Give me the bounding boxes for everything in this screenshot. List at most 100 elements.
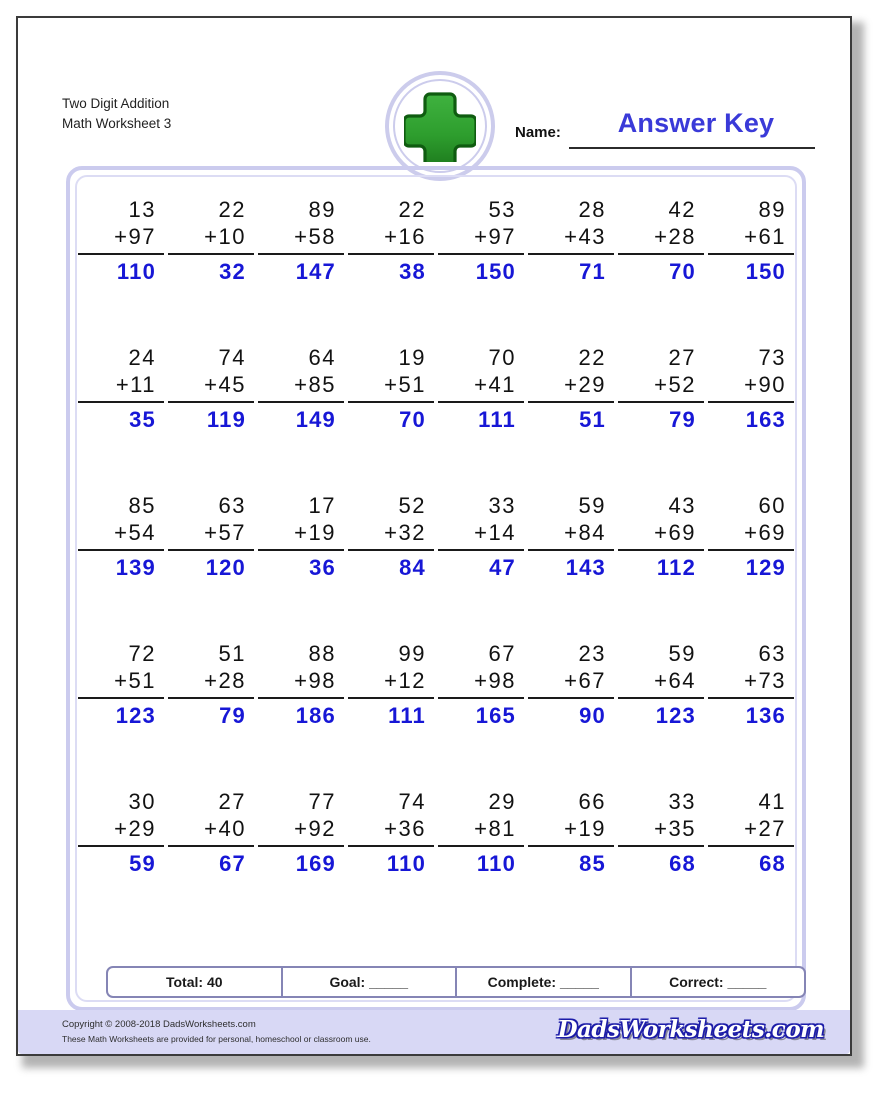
addend-bottom: +41	[438, 371, 524, 403]
answer-value: 120	[205, 555, 246, 580]
addend-bottom: +85	[258, 371, 344, 403]
addend-top: 28	[578, 197, 606, 222]
addend-bottom: +16	[348, 223, 434, 255]
problem-8: 89 +61 150	[708, 196, 794, 285]
problem-cell: 74 +36 110	[346, 780, 436, 928]
score-total: Total: 40	[108, 968, 283, 996]
addend-bottom: +36	[348, 815, 434, 847]
addend-top: 29	[488, 789, 516, 814]
addend-top: 67	[488, 641, 516, 666]
addend-bottom: +35	[618, 815, 704, 847]
answer-value: 149	[295, 407, 336, 432]
dadsworksheets-logo: DadsWorksheets.com	[557, 1016, 825, 1043]
answer-value: 150	[475, 259, 516, 284]
addend-bottom: +45	[168, 371, 254, 403]
addend-top: 42	[668, 197, 696, 222]
addend-bottom: +64	[618, 667, 704, 699]
problem-cell: 22 +10 32	[166, 188, 256, 336]
addend-bottom: +51	[348, 371, 434, 403]
problem-cell: 52 +32 84	[346, 484, 436, 632]
problem-cell: 64 +85 149	[256, 336, 346, 484]
problem-21: 33 +14 47	[438, 492, 524, 581]
addend-top: 24	[128, 345, 156, 370]
score-complete[interactable]: Complete: _____	[457, 968, 632, 996]
problem-cell: 72 +51 123	[76, 632, 166, 780]
answer-value: 111	[388, 703, 426, 728]
answer-value: 70	[669, 259, 696, 284]
addend-bottom: +29	[78, 815, 164, 847]
problem-15: 27 +52 79	[618, 344, 704, 433]
answer-value: 139	[115, 555, 156, 580]
addend-top: 52	[398, 493, 426, 518]
problem-cell: 24 +11 35	[76, 336, 166, 484]
answer-value: 36	[309, 555, 336, 580]
addend-top: 63	[218, 493, 246, 518]
addend-top: 33	[668, 789, 696, 814]
problem-40: 41 +27 68	[708, 788, 794, 877]
answer-value: 129	[745, 555, 786, 580]
problem-cell: 19 +51 70	[346, 336, 436, 484]
problem-cell: 13 +97 110	[76, 188, 166, 336]
problem-14: 22 +29 51	[528, 344, 614, 433]
problem-cell: 30 +29 59	[76, 780, 166, 928]
problem-7: 42 +28 70	[618, 196, 704, 285]
answer-value: 123	[115, 703, 156, 728]
addend-bottom: +98	[438, 667, 524, 699]
problem-cell: 67 +98 165	[436, 632, 526, 780]
problem-31: 59 +64 123	[618, 640, 704, 729]
problem-cell: 42 +28 70	[616, 188, 706, 336]
addend-bottom: +57	[168, 519, 254, 551]
problem-cell: 66 +19 85	[526, 780, 616, 928]
problem-cell: 99 +12 111	[346, 632, 436, 780]
addend-bottom: +14	[438, 519, 524, 551]
name-underline[interactable]	[569, 147, 815, 149]
problem-cell: 89 +58 147	[256, 188, 346, 336]
answer-value: 51	[579, 407, 606, 432]
answer-value: 165	[475, 703, 516, 728]
problem-cell: 33 +14 47	[436, 484, 526, 632]
problem-cell: 70 +41 111	[436, 336, 526, 484]
answer-value: 123	[655, 703, 696, 728]
addend-top: 53	[488, 197, 516, 222]
problem-18: 63 +57 120	[168, 492, 254, 581]
problem-9: 24 +11 35	[78, 344, 164, 433]
worksheet-header: Two Digit Addition Math Worksheet 3 Name…	[18, 18, 854, 181]
problem-20: 52 +32 84	[348, 492, 434, 581]
addend-top: 59	[668, 641, 696, 666]
addend-top: 85	[128, 493, 156, 518]
plus-logo-badge	[385, 71, 495, 181]
addend-bottom: +67	[528, 667, 614, 699]
answer-value: 67	[219, 851, 246, 876]
title-line-2: Math Worksheet 3	[62, 116, 172, 131]
problem-cell: 28 +43 71	[526, 188, 616, 336]
addend-bottom: +51	[78, 667, 164, 699]
answer-key-value: Answer Key	[617, 108, 775, 138]
problem-cell: 33 +35 68	[616, 780, 706, 928]
addend-bottom: +92	[258, 815, 344, 847]
problem-cell: 51 +28 79	[166, 632, 256, 780]
paper-sheet: Two Digit Addition Math Worksheet 3 Name…	[16, 16, 852, 1056]
score-goal[interactable]: Goal: _____	[283, 968, 457, 996]
addend-top: 27	[218, 789, 246, 814]
answer-value: 79	[669, 407, 696, 432]
problem-12: 19 +51 70	[348, 344, 434, 433]
problem-1: 13 +97 110	[78, 196, 164, 285]
problem-10: 74 +45 119	[168, 344, 254, 433]
problem-cell: 22 +29 51	[526, 336, 616, 484]
usage-text: These Math Worksheets are provided for p…	[62, 1034, 371, 1044]
addend-top: 72	[128, 641, 156, 666]
addend-bottom: +84	[528, 519, 614, 551]
answer-value: 68	[759, 851, 786, 876]
problem-2: 22 +10 32	[168, 196, 254, 285]
addend-top: 89	[308, 197, 336, 222]
problem-cell: 73 +90 163	[706, 336, 796, 484]
addend-top: 41	[758, 789, 786, 814]
problem-35: 77 +92 169	[258, 788, 344, 877]
score-correct[interactable]: Correct: _____	[632, 968, 805, 996]
score-bar: Total: 40 Goal: _____ Complete: _____ Co…	[106, 966, 806, 998]
addend-bottom: +90	[708, 371, 794, 403]
problem-22: 59 +84 143	[528, 492, 614, 581]
worksheet-page: Two Digit Addition Math Worksheet 3 Name…	[0, 0, 880, 1100]
problem-cell: 59 +84 143	[526, 484, 616, 632]
problem-37: 29 +81 110	[438, 788, 524, 877]
